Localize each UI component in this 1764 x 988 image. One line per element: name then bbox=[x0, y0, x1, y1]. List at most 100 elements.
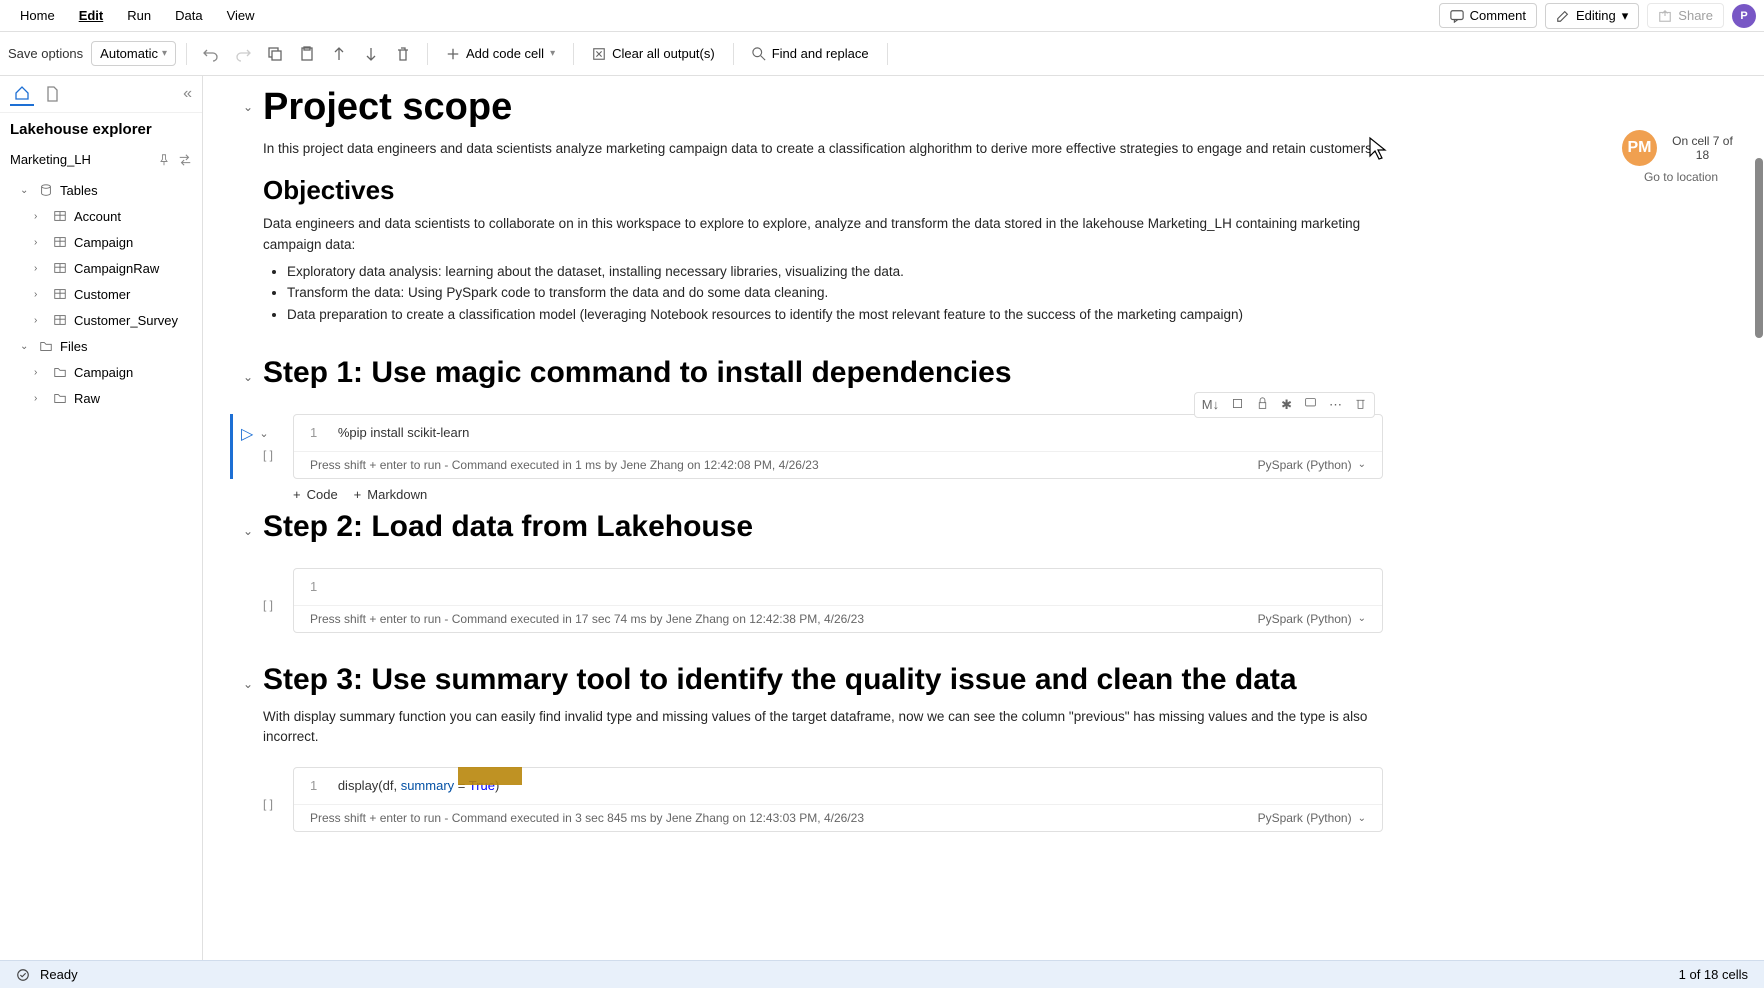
share-button[interactable]: Share bbox=[1647, 3, 1724, 28]
menu-home[interactable]: Home bbox=[8, 4, 67, 27]
tree-item-campaign[interactable]: ›Campaign bbox=[0, 359, 202, 385]
lakehouse-name[interactable]: Marketing_LH bbox=[10, 152, 150, 167]
code-editor[interactable]: 1 bbox=[294, 569, 1382, 605]
sidebar-title: Lakehouse explorer bbox=[0, 113, 202, 146]
chevron-icon[interactable]: › bbox=[34, 237, 46, 248]
chevron-down-icon: ⌄ bbox=[1358, 613, 1366, 624]
scrollbar[interactable] bbox=[1752, 118, 1764, 960]
collapse-icon[interactable]: ⌄ bbox=[243, 677, 253, 691]
markdown-cell-step2[interactable]: ⌄ Step 2: Load data from Lakehouse bbox=[233, 510, 1383, 554]
markdown-cell-step3[interactable]: ⌄ Step 3: Use summary tool to identify t… bbox=[233, 663, 1383, 754]
collaborator-avatar[interactable]: PM bbox=[1622, 130, 1657, 166]
chevron-icon[interactable]: › bbox=[34, 315, 46, 326]
convert-md-icon[interactable]: M↓ bbox=[1199, 395, 1222, 415]
run-cell-icon[interactable]: ▷ bbox=[241, 424, 253, 444]
menu-edit[interactable]: Edit bbox=[67, 4, 116, 27]
cell-bracket: [ ] bbox=[263, 797, 273, 811]
save-mode-select[interactable]: Automatic ▾ bbox=[91, 41, 176, 66]
tree-item-account[interactable]: ›Account bbox=[0, 203, 202, 229]
lang-label[interactable]: PySpark (Python) bbox=[1258, 811, 1352, 825]
tree-item-files[interactable]: ⌄Files bbox=[0, 333, 202, 359]
cell-copy-icon[interactable] bbox=[1228, 395, 1247, 415]
collapse-sidebar-icon[interactable]: « bbox=[183, 85, 192, 103]
lang-label[interactable]: PySpark (Python) bbox=[1258, 458, 1352, 472]
chevron-icon[interactable]: › bbox=[34, 289, 46, 300]
go-to-location-link[interactable]: Go to location bbox=[1622, 170, 1740, 184]
run-hint: Press shift + enter to run bbox=[310, 458, 441, 472]
clear-output-button[interactable]: Clear all output(s) bbox=[584, 42, 723, 65]
step1-heading: Step 1: Use magic command to install dep… bbox=[263, 356, 1383, 390]
collapse-icon[interactable]: ⌄ bbox=[243, 370, 253, 384]
add-code-button[interactable]: + Code bbox=[293, 487, 338, 502]
chevron-down-icon: ▾ bbox=[550, 48, 555, 59]
lakehouse-tab-icon[interactable] bbox=[10, 82, 34, 106]
markdown-cell-intro[interactable]: ⌄ Project scope In this project data eng… bbox=[233, 86, 1383, 326]
cell-freeze-icon[interactable]: ✱ bbox=[1278, 395, 1295, 415]
cell-more-icon[interactable]: ⋯ bbox=[1326, 395, 1345, 415]
undo-icon[interactable] bbox=[197, 40, 225, 68]
cell-delete-icon[interactable] bbox=[1351, 395, 1370, 415]
collaborator-panel: PM On cell 7 of 18 Go to location bbox=[1616, 124, 1746, 190]
sidebar: « Lakehouse explorer Marketing_LH ⌄Table… bbox=[0, 76, 203, 960]
objectives-list: Exploratory data analysis: learning abou… bbox=[287, 261, 1383, 326]
chevron-icon[interactable]: › bbox=[34, 211, 46, 222]
tree-item-customer_survey[interactable]: ›Customer_Survey bbox=[0, 307, 202, 333]
status-cells: 1 of 18 cells bbox=[1679, 967, 1748, 982]
add-code-cell-button[interactable]: Add code cell ▾ bbox=[438, 42, 563, 65]
search-icon bbox=[752, 47, 766, 61]
tree-item-customer[interactable]: ›Customer bbox=[0, 281, 202, 307]
chevron-icon[interactable]: ⌄ bbox=[20, 341, 32, 352]
explorer-tree: ⌄Tables›Account›Campaign›CampaignRaw›Cus… bbox=[0, 173, 202, 415]
delete-icon[interactable] bbox=[389, 40, 417, 68]
move-up-icon[interactable] bbox=[325, 40, 353, 68]
chevron-icon[interactable]: › bbox=[34, 393, 46, 404]
comment-button[interactable]: Comment bbox=[1439, 3, 1537, 28]
collapse-icon[interactable]: ⌄ bbox=[243, 100, 253, 114]
code-cell-3[interactable]: [ ] 1 display(df, summary = True) Press … bbox=[233, 767, 1383, 832]
folder-icon bbox=[38, 338, 54, 354]
tree-item-campaign[interactable]: ›Campaign bbox=[0, 229, 202, 255]
cell-lock-icon[interactable] bbox=[1253, 395, 1272, 415]
table-icon bbox=[52, 234, 68, 250]
save-options-label: Save options bbox=[8, 46, 87, 61]
menu-data[interactable]: Data bbox=[163, 4, 214, 27]
exec-status: Command executed in 17 sec 74 ms by Jene… bbox=[452, 612, 864, 626]
status-ready-text: Ready bbox=[40, 967, 78, 982]
clear-icon bbox=[592, 47, 606, 61]
lang-label[interactable]: PySpark (Python) bbox=[1258, 612, 1352, 626]
step3-desc: With display summary function you can ea… bbox=[263, 707, 1383, 748]
files-tab-icon[interactable] bbox=[40, 82, 64, 106]
code-editor[interactable]: 1 %pip install scikit-learn bbox=[294, 415, 1382, 451]
chevron-down-icon: ⌄ bbox=[1358, 459, 1366, 470]
code-cell-1[interactable]: M↓ ✱ ⋯ ▷ ⌄ [ ] 1 %pip install scikit- bbox=[230, 414, 1383, 479]
menu-run[interactable]: Run bbox=[115, 4, 163, 27]
chevron-icon[interactable]: › bbox=[34, 263, 46, 274]
code-cell-2[interactable]: [ ] 1 Press shift + enter to run - Comma… bbox=[233, 568, 1383, 633]
cell-bracket: [ ] bbox=[263, 598, 273, 612]
chevron-icon[interactable]: › bbox=[34, 367, 46, 378]
tree-item-tables[interactable]: ⌄Tables bbox=[0, 177, 202, 203]
chevron-icon[interactable]: ⌄ bbox=[20, 185, 32, 196]
find-replace-button[interactable]: Find and replace bbox=[744, 42, 877, 65]
folder-icon bbox=[52, 364, 68, 380]
swap-icon[interactable] bbox=[178, 153, 192, 167]
pin-icon[interactable] bbox=[158, 154, 170, 166]
plus-icon: + bbox=[354, 487, 362, 502]
menu-view[interactable]: View bbox=[215, 4, 267, 27]
tree-item-raw[interactable]: ›Raw bbox=[0, 385, 202, 411]
move-down-icon[interactable] bbox=[357, 40, 385, 68]
copy-icon[interactable] bbox=[261, 40, 289, 68]
collapse-icon[interactable]: ⌄ bbox=[243, 524, 253, 538]
cell-toolbar: M↓ ✱ ⋯ bbox=[1194, 392, 1375, 418]
editing-dropdown[interactable]: Editing ▾ bbox=[1545, 3, 1639, 29]
cell-comment-icon[interactable] bbox=[1301, 395, 1320, 415]
add-markdown-button[interactable]: + Markdown bbox=[354, 487, 428, 502]
add-cell-bar: + Code + Markdown bbox=[293, 479, 1383, 510]
user-avatar[interactable]: P bbox=[1732, 4, 1756, 28]
table-icon bbox=[52, 286, 68, 302]
tree-item-campaignraw[interactable]: ›CampaignRaw bbox=[0, 255, 202, 281]
redo-icon[interactable] bbox=[229, 40, 257, 68]
cell-chevron-icon[interactable]: ⌄ bbox=[259, 427, 268, 440]
paste-icon[interactable] bbox=[293, 40, 321, 68]
step3-heading: Step 3: Use summary tool to identify the… bbox=[263, 663, 1383, 697]
